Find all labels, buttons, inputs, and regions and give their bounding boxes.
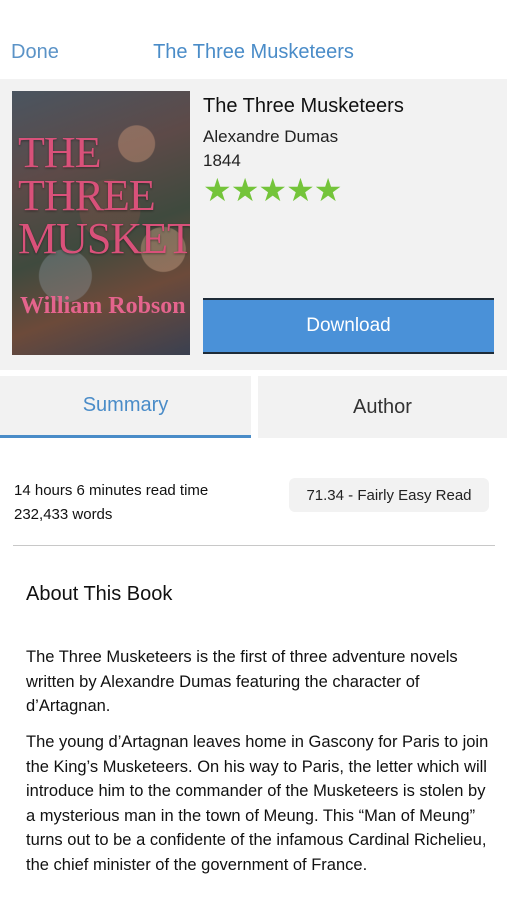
word-count: 232,433 words (14, 506, 113, 523)
about-heading: About This Book (26, 583, 173, 605)
readability-badge: 71.34 - Fairly Easy Read (289, 478, 489, 512)
navigation-bar: Done The Three Musketeers (0, 0, 507, 80)
nav-title: The Three Musketeers (153, 41, 354, 63)
book-cover-image: THETHREEMUSKETEERS William Robson (12, 91, 190, 355)
cover-title-text: THETHREEMUSKETEERS (18, 128, 190, 264)
book-title: The Three Musketeers (203, 95, 404, 117)
star-icon: ★ (230, 172, 260, 208)
star-icon: ★ (203, 172, 232, 208)
divider (13, 545, 495, 546)
about-paragraph: The young d’Artagnan leaves home in Gasc… (26, 733, 489, 874)
about-paragraph: The Three Musketeers is the first of thr… (26, 648, 458, 715)
tab-summary[interactable]: Summary (0, 376, 251, 438)
reading-stats: 14 hours 6 minutes read time 232,433 wor… (14, 479, 208, 527)
star-icon: ★ (313, 172, 343, 208)
cover-author-text: William Robson (20, 293, 186, 319)
read-time: 14 hours 6 minutes read time (14, 482, 209, 499)
book-author: Alexandre Dumas (203, 127, 339, 146)
tab-bar: Summary Author (0, 376, 507, 438)
star-icon: ★ (258, 172, 288, 208)
book-year: 1844 (203, 151, 241, 170)
download-button[interactable]: Download (203, 298, 494, 354)
tab-author[interactable]: Author (258, 376, 507, 438)
star-icon: ★ (286, 172, 315, 208)
star-rating: ★ ★ ★ ★ ★ (203, 172, 343, 208)
